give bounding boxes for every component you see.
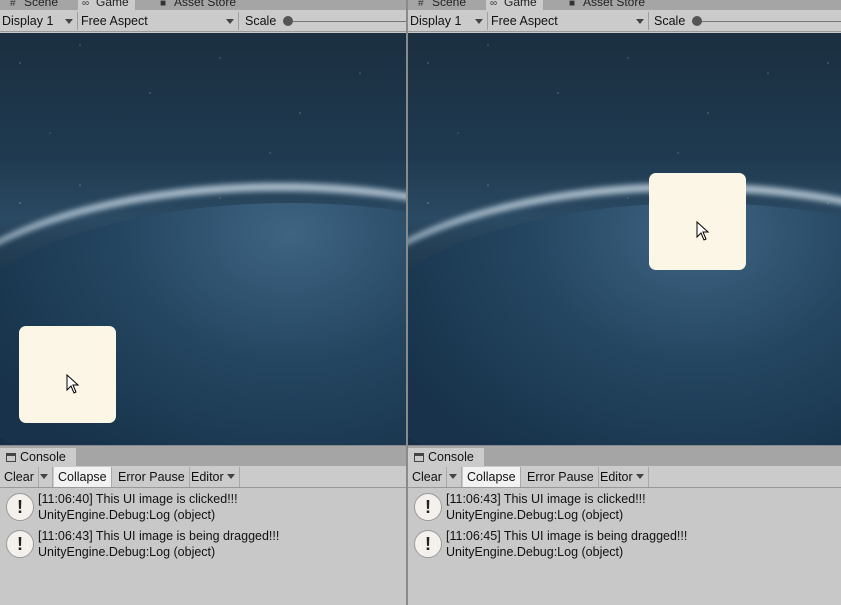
chevron-down-icon (636, 19, 644, 24)
right-pane: # Scene ∞ Game ■ Asset Store Display 1 Free… (408, 0, 841, 605)
tab-scene[interactable]: # Scene (414, 0, 472, 10)
chevron-down-icon (449, 474, 457, 479)
log-message: [11:06:43] This UI image is being dragge… (38, 529, 280, 543)
warning-icon: ! (414, 493, 442, 521)
log-source: UnityEngine.Debug:Log (object) (446, 545, 624, 559)
editor-dropdown[interactable]: Editor (187, 467, 240, 487)
console-tabbar: Console (408, 445, 841, 467)
clear-options-dropdown[interactable] (446, 467, 462, 487)
console-toolbar: Clear Collapse Error Pause Editor (0, 466, 406, 488)
scale-slider-knob[interactable] (283, 16, 293, 26)
scale-label: Scale (245, 14, 277, 28)
console-icon (414, 453, 424, 462)
log-entry[interactable]: ! [11:06:45] This UI image is being drag… (408, 528, 841, 564)
error-pause-toggle[interactable]: Error Pause (523, 467, 599, 487)
view-tabbar: # Scene ∞ Game ■ Asset Store (408, 0, 841, 10)
editor-window: # Scene ∞ Game ■ Asset Store Display 1 Free… (0, 0, 841, 605)
clear-options-dropdown[interactable] (37, 467, 53, 487)
chevron-down-icon (40, 474, 48, 479)
editor-dropdown[interactable]: Editor (596, 467, 649, 487)
collapse-toggle[interactable]: Collapse (463, 467, 521, 487)
tab-scene[interactable]: # Scene (6, 0, 64, 10)
log-entry[interactable]: ! [11:06:40] This UI image is clicked!!!… (0, 491, 406, 527)
warning-icon: ! (6, 493, 34, 521)
chevron-down-icon (226, 19, 234, 24)
scale-slider-knob[interactable] (692, 16, 702, 26)
collapse-toggle[interactable]: Collapse (54, 467, 112, 487)
log-source: UnityEngine.Debug:Log (object) (38, 508, 216, 522)
game-view[interactable] (408, 33, 841, 445)
scale-label: Scale (654, 14, 686, 28)
console-log-list[interactable]: ! [11:06:40] This UI image is clicked!!!… (0, 489, 406, 605)
chevron-down-icon (65, 19, 73, 24)
warning-icon: ! (6, 530, 34, 558)
scale-slider-track[interactable] (698, 21, 841, 22)
log-source: UnityEngine.Debug:Log (object) (446, 508, 624, 522)
tab-game[interactable]: ∞ Game (486, 0, 543, 10)
mouse-cursor-icon (696, 221, 710, 241)
display-dropdown[interactable]: Display 1 (408, 12, 488, 30)
console-log-list[interactable]: ! [11:06:43] This UI image is clicked!!!… (408, 489, 841, 605)
chevron-down-icon (475, 19, 483, 24)
clear-button[interactable]: Clear (408, 467, 447, 487)
game-toolbar: Display 1 Free Aspect Scale (0, 10, 406, 32)
log-message: [11:06:45] This UI image is being dragge… (446, 529, 688, 543)
warning-icon: ! (414, 530, 442, 558)
log-entry[interactable]: ! [11:06:43] This UI image is being drag… (0, 528, 406, 564)
error-pause-toggle[interactable]: Error Pause (114, 467, 190, 487)
log-source: UnityEngine.Debug:Log (object) (38, 545, 216, 559)
mouse-cursor-icon (66, 374, 80, 394)
tab-console[interactable]: Console (408, 448, 484, 467)
clear-button[interactable]: Clear (0, 467, 39, 487)
tab-console[interactable]: Console (0, 448, 76, 467)
chevron-down-icon (226, 474, 235, 479)
log-entry[interactable]: ! [11:06:43] This UI image is clicked!!!… (408, 491, 841, 527)
left-pane: # Scene ∞ Game ■ Asset Store Display 1 Free… (0, 0, 406, 605)
console-toolbar: Clear Collapse Error Pause Editor (408, 466, 841, 488)
chevron-down-icon (635, 474, 644, 479)
log-message: [11:06:40] This UI image is clicked!!! (38, 492, 238, 506)
tab-game[interactable]: ∞ Game (78, 0, 135, 10)
view-tabbar: # Scene ∞ Game ■ Asset Store (0, 0, 406, 10)
log-message: [11:06:43] This UI image is clicked!!! (446, 492, 646, 506)
scale-slider-track[interactable] (288, 21, 406, 22)
tab-asset-store[interactable]: ■ Asset Store (565, 0, 651, 10)
console-tabbar: Console (0, 445, 406, 467)
planet-horizon-glow (408, 183, 841, 445)
game-toolbar: Display 1 Free Aspect Scale (408, 10, 841, 32)
tab-asset-store[interactable]: ■ Asset Store (156, 0, 242, 10)
console-icon (6, 453, 16, 462)
aspect-dropdown[interactable]: Free Aspect (489, 12, 649, 30)
aspect-dropdown[interactable]: Free Aspect (79, 12, 239, 30)
game-view[interactable] (0, 33, 406, 445)
display-dropdown[interactable]: Display 1 (0, 12, 78, 30)
